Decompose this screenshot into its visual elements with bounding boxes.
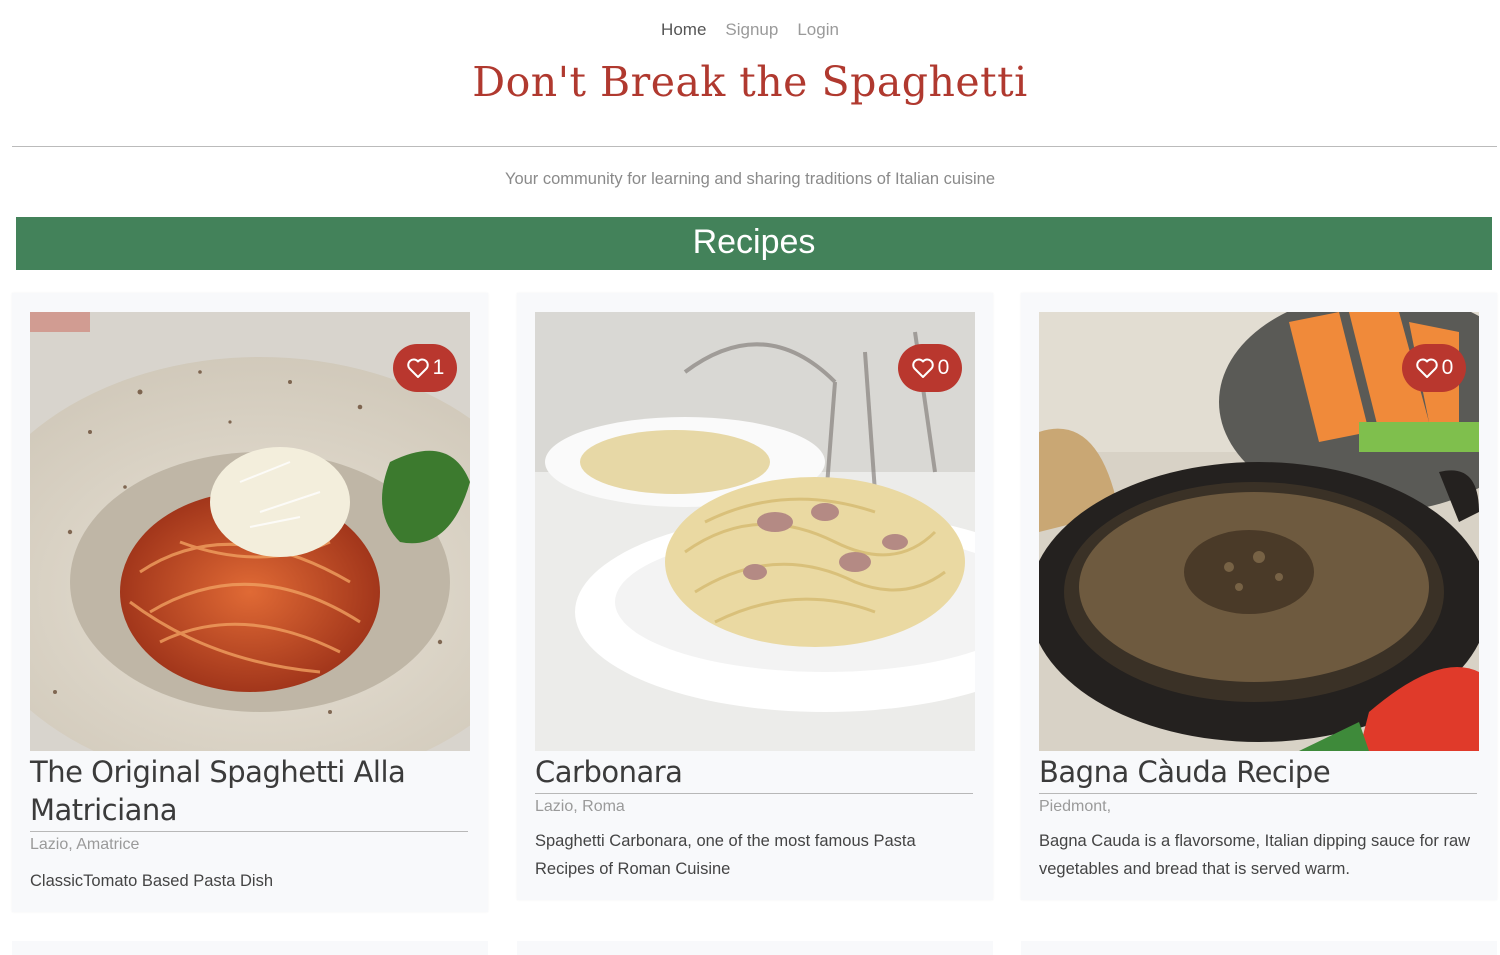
recipe-card[interactable]: 0 Bagna Càuda Recipe Piedmont, Bagna Cau… xyxy=(1021,293,1497,900)
top-nav: Home Signup Login xyxy=(0,20,1500,40)
like-count: 0 xyxy=(937,356,950,379)
recipe-region: Piedmont, xyxy=(1039,798,1112,815)
like-button[interactable]: 0 xyxy=(898,344,962,392)
recipe-image-carbonara[interactable]: 0 xyxy=(535,312,975,751)
site-title: Don't Break the Spaghetti xyxy=(472,58,1028,106)
recipe-card-partial xyxy=(517,941,993,955)
like-count: 0 xyxy=(1441,356,1454,379)
header-divider xyxy=(12,146,1497,147)
recipe-description: Bagna Cauda is a flavorsome, Italian dip… xyxy=(1039,832,1471,878)
nav-login-link[interactable]: Login xyxy=(797,20,839,40)
recipes-section-heading: Recipes xyxy=(16,217,1492,270)
title-divider xyxy=(1039,793,1477,794)
nav-home-link[interactable]: Home xyxy=(661,20,706,40)
recipe-title[interactable]: The Original Spaghetti Alla Matriciana xyxy=(30,753,450,829)
recipe-title[interactable]: Bagna Càuda Recipe xyxy=(1039,753,1459,791)
nav-signup-link[interactable]: Signup xyxy=(725,20,778,40)
like-count: 1 xyxy=(432,356,445,379)
recipe-description: Spaghetti Carbonara, one of the most fam… xyxy=(535,832,916,878)
heart-outline-icon xyxy=(911,358,934,378)
heart-outline-icon xyxy=(406,358,429,378)
recipe-title[interactable]: Carbonara xyxy=(535,753,955,791)
title-divider xyxy=(30,831,468,832)
recipe-image-amatriciana[interactable]: 1 xyxy=(30,312,470,751)
recipe-card[interactable]: 0 Carbonara Lazio, Roma Spaghetti Carbon… xyxy=(517,293,993,900)
like-button[interactable]: 0 xyxy=(1402,344,1466,392)
recipe-card-partial xyxy=(12,941,488,955)
site-tagline: Your community for learning and sharing … xyxy=(504,170,996,188)
recipe-description: ClassicTomato Based Pasta Dish xyxy=(30,872,274,890)
recipe-region: Lazio, Amatrice xyxy=(30,836,140,853)
recipe-image-bagna-cauda[interactable]: 0 xyxy=(1039,312,1479,751)
recipe-card[interactable]: 1 The Original Spaghetti Alla Matriciana… xyxy=(12,293,488,912)
recipe-region: Lazio, Roma xyxy=(535,798,625,815)
heart-outline-icon xyxy=(1415,358,1438,378)
like-button[interactable]: 1 xyxy=(393,344,457,392)
recipe-card-partial xyxy=(1021,941,1497,955)
title-divider xyxy=(535,793,973,794)
